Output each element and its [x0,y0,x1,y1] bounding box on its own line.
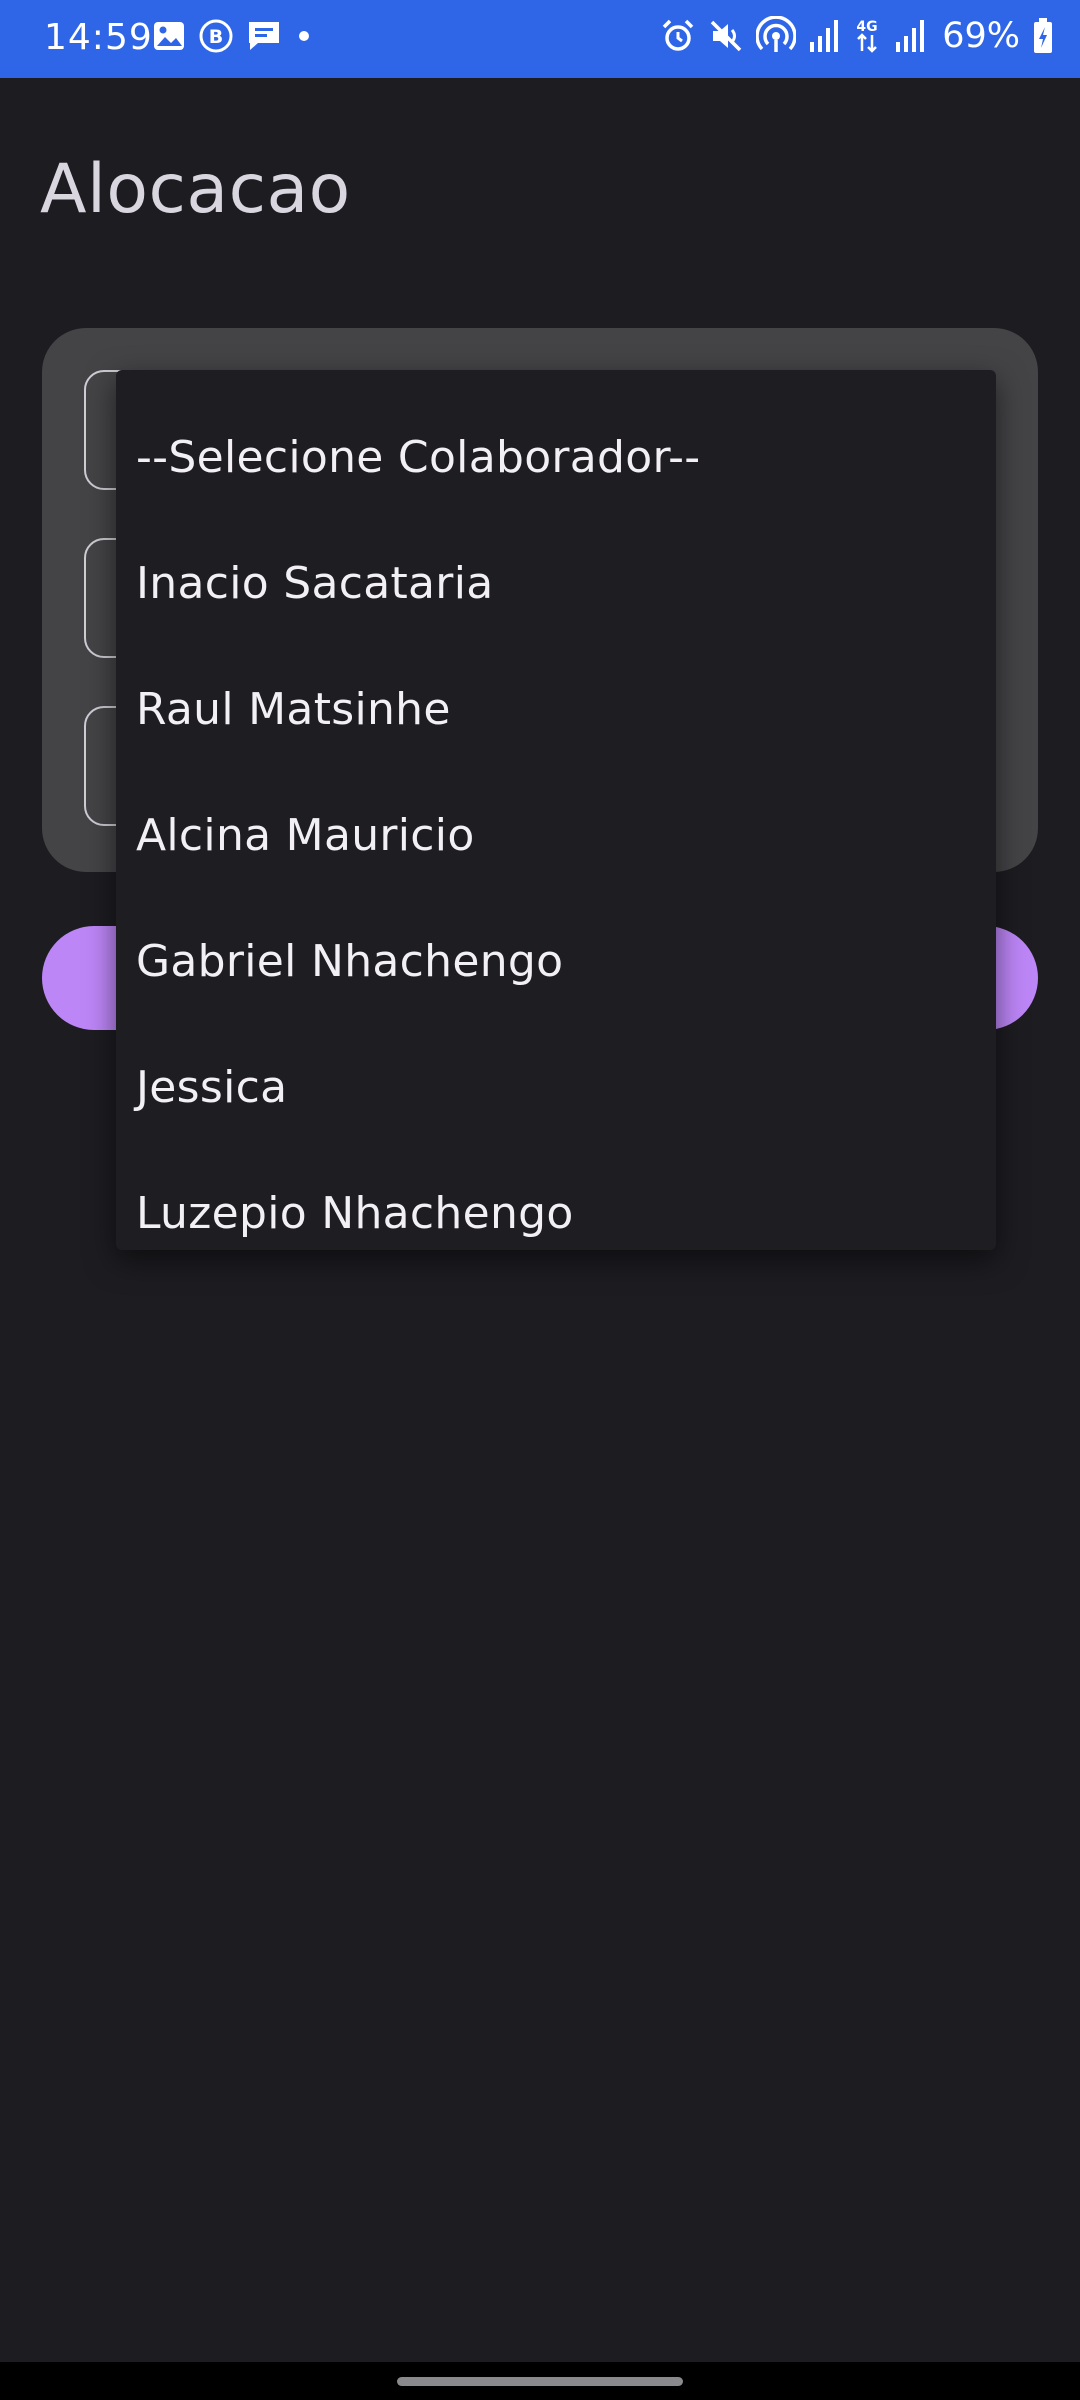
alarm-icon [660,18,696,54]
dropdown-item-jessica[interactable]: Jessica [116,1024,996,1150]
signal-4g-icon: 4G [852,17,882,55]
message-icon [246,18,282,54]
home-gesture-handle[interactable] [397,2377,683,2386]
status-bar: 14:59 B 4G 69% [0,0,1080,78]
dropdown-item-luzepio-nhachengo[interactable]: Luzepio Nhachengo [116,1150,996,1276]
signal-icon-2 [894,18,926,54]
battery-percentage: 69% [942,16,1020,56]
dropdown-item-inacio-sacataria[interactable]: Inacio Sacataria [116,520,996,646]
system-icons: 4G 69% [660,16,1054,56]
b-badge-icon: B [198,18,234,54]
status-time: 14:59 [44,17,153,58]
colaborador-dropdown-menu: --Selecione Colaborador-- Inacio Sacatar… [116,370,996,1250]
image-icon [152,19,186,53]
svg-text:4G: 4G [857,19,878,35]
dropdown-item-gabriel-nhachengo[interactable]: Gabriel Nhachengo [116,898,996,1024]
dropdown-item-raul-matsinhe[interactable]: Raul Matsinhe [116,646,996,772]
hotspot-icon [756,16,797,56]
dropdown-item-placeholder[interactable]: --Selecione Colaborador-- [116,394,996,520]
notification-icons: B [152,18,314,54]
page-title: Alocacao [40,150,351,229]
signal-icon [808,18,840,54]
svg-text:B: B [209,26,223,48]
dropdown-item-alcina-mauricio[interactable]: Alcina Mauricio [116,772,996,898]
dot-icon [294,26,314,46]
mute-icon [708,18,744,54]
battery-charging-icon [1032,17,1054,55]
navigation-bar [0,2362,1080,2400]
